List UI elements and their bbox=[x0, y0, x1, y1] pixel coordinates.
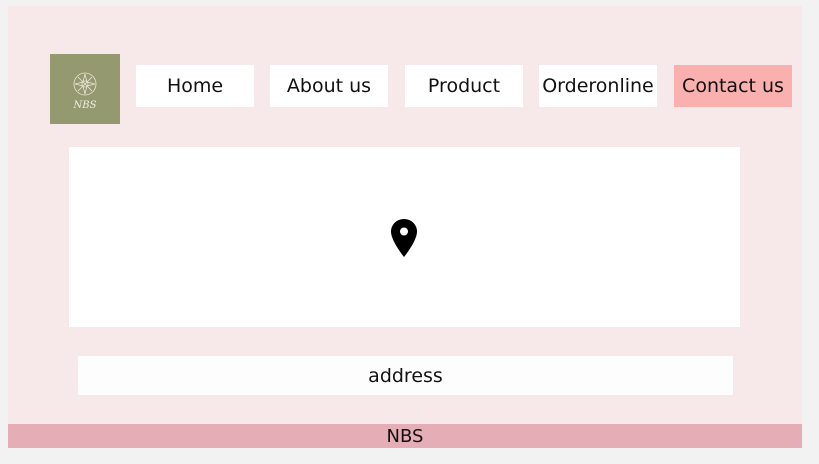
brand-logo[interactable]: NBS bbox=[50, 54, 120, 124]
address-text: address bbox=[78, 356, 733, 395]
nav-about-button[interactable]: About us bbox=[270, 65, 388, 107]
map-pin-icon[interactable] bbox=[390, 218, 418, 258]
nav-product-button[interactable]: Product bbox=[405, 65, 523, 107]
ornament-icon: NBS bbox=[73, 72, 97, 111]
nav-contact-button[interactable]: Contact us bbox=[674, 65, 792, 107]
nav-home-button[interactable]: Home bbox=[136, 65, 254, 107]
footer-bar: NBS bbox=[8, 424, 802, 448]
logo-text: NBS bbox=[73, 100, 97, 111]
nav-order-online-button[interactable]: Orderonline bbox=[539, 65, 657, 107]
